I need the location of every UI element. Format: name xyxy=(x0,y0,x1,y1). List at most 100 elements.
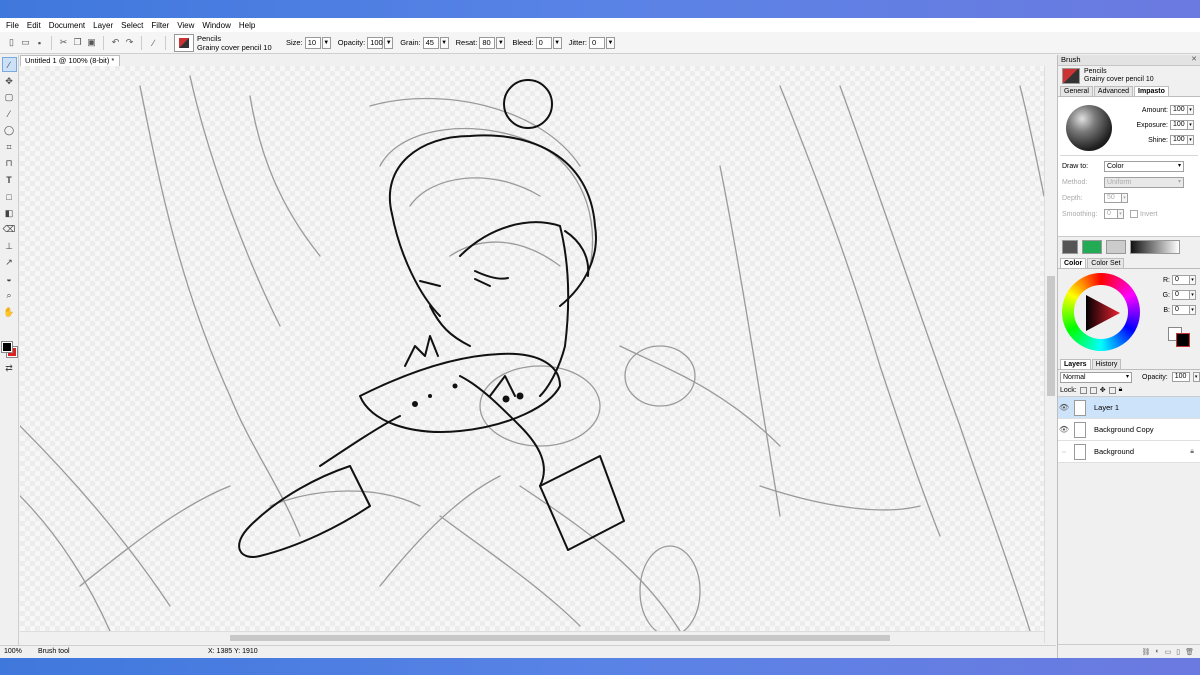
resat-dropdown-icon[interactable]: ▼ xyxy=(496,36,506,49)
bleed-dropdown-icon[interactable]: ▼ xyxy=(552,36,562,49)
link-layers-icon[interactable]: ⛓︎ xyxy=(1142,648,1151,656)
tab-layers[interactable]: Layers xyxy=(1060,359,1091,369)
tab-impasto[interactable]: Impasto xyxy=(1134,86,1169,96)
brush-panel-preset-icon[interactable] xyxy=(1062,68,1080,84)
jitter-dropdown-icon[interactable]: ▼ xyxy=(605,36,615,49)
fill-bucket-icon[interactable]: ◒ xyxy=(2,272,17,287)
new-group-icon[interactable]: ▭ xyxy=(1165,648,1172,656)
shape-tool-icon[interactable]: □ xyxy=(2,189,17,204)
tab-color[interactable]: Color xyxy=(1060,258,1087,268)
menu-select[interactable]: Select xyxy=(117,21,147,30)
shine-spin-icon[interactable]: ▾ xyxy=(1187,135,1194,145)
smoothing-input[interactable]: 0 xyxy=(1104,209,1118,219)
gradient-tool-icon[interactable]: ◧ xyxy=(2,206,17,221)
foreground-color-swatch[interactable] xyxy=(1,341,13,353)
redo-icon[interactable]: ↷ xyxy=(124,37,135,48)
brush-preset-button[interactable] xyxy=(174,33,194,52)
fg-color-chip[interactable] xyxy=(1176,333,1190,347)
tab-general[interactable]: General xyxy=(1060,86,1093,96)
brush-tool-icon[interactable]: ∕ xyxy=(148,37,159,48)
depth-spin-icon[interactable]: ▾ xyxy=(1121,193,1128,203)
depth-input[interactable]: 50 xyxy=(1104,193,1122,203)
lock-all-checkbox[interactable] xyxy=(1108,386,1116,394)
b-spin-icon[interactable]: ▾ xyxy=(1189,305,1196,315)
menu-filter[interactable]: Filter xyxy=(147,21,173,30)
blend-mode-select[interactable]: Normal ▾ xyxy=(1060,371,1132,383)
text-tool-icon[interactable]: T xyxy=(2,173,17,188)
stamp-tool-icon[interactable]: ⊓ xyxy=(2,156,17,171)
eye-hidden-icon[interactable]: ⌣ xyxy=(1058,447,1070,457)
horizontal-scroll-thumb[interactable] xyxy=(230,635,890,641)
hand-tool-icon[interactable]: ✋ xyxy=(2,305,17,320)
size-input[interactable]: 10 xyxy=(304,36,321,49)
delete-layer-icon[interactable]: 🗑︎ xyxy=(1185,648,1194,656)
new-file-icon[interactable]: ▯ xyxy=(6,37,17,48)
lock-icon[interactable]: 🔒︎ xyxy=(1119,386,1123,394)
grain-dropdown-icon[interactable]: ▼ xyxy=(439,36,449,49)
paste-icon[interactable]: ▣ xyxy=(86,37,97,48)
layer-opacity-input[interactable]: 100 xyxy=(1171,372,1190,382)
layer-row[interactable]: 👁︎ Background Copy xyxy=(1058,419,1200,441)
eyedropper-icon[interactable]: ↗ xyxy=(2,255,17,270)
eraser-tool-icon[interactable]: ⌫ xyxy=(2,222,17,237)
menu-edit[interactable]: Edit xyxy=(23,21,45,30)
menu-document[interactable]: Document xyxy=(45,21,89,30)
smudge-tool-icon[interactable]: ⊥ xyxy=(2,239,17,254)
copy-icon[interactable]: ❐ xyxy=(72,37,83,48)
vertical-scrollbar[interactable] xyxy=(1044,66,1056,643)
draw-to-select[interactable]: Color ▾ xyxy=(1104,161,1184,172)
lasso-tool-icon[interactable]: ◯ xyxy=(2,123,17,138)
variant-gradient[interactable] xyxy=(1130,239,1180,254)
layer-opacity-spin-icon[interactable]: ▾ xyxy=(1192,372,1200,382)
method-select[interactable]: Uniform ▾ xyxy=(1104,177,1184,188)
amount-input[interactable]: 100 xyxy=(1170,105,1188,115)
tab-color-set[interactable]: Color Set xyxy=(1087,258,1125,268)
horizontal-scrollbar[interactable] xyxy=(20,631,1044,643)
document-tab[interactable]: Untitled 1 @ 100% (8-bit) * xyxy=(20,55,120,66)
saturation-triangle[interactable] xyxy=(1082,293,1122,333)
layer-row[interactable]: 👁︎ Layer 1 xyxy=(1058,397,1200,419)
marquee-tool-icon[interactable]: ▢ xyxy=(2,90,17,105)
menu-file[interactable]: File xyxy=(2,21,23,30)
menu-help[interactable]: Help xyxy=(235,21,259,30)
amount-spin-icon[interactable]: ▾ xyxy=(1187,105,1194,115)
smoothing-spin-icon[interactable]: ▾ xyxy=(1117,209,1124,219)
move-tool-icon[interactable]: ✥ xyxy=(2,74,17,89)
zoom-tool-icon[interactable]: ⌕ xyxy=(2,288,17,303)
variant-swatch-3[interactable] xyxy=(1106,239,1126,254)
exposure-input[interactable]: 100 xyxy=(1170,120,1188,130)
color-swatches[interactable] xyxy=(1,341,18,359)
size-dropdown-icon[interactable]: ▼ xyxy=(321,36,331,49)
grain-input[interactable]: 45 xyxy=(422,36,439,49)
tab-advanced[interactable]: Advanced xyxy=(1093,86,1134,96)
g-spin-icon[interactable]: ▾ xyxy=(1189,290,1196,300)
layer-row[interactable]: ⌣ Background 🔒︎ xyxy=(1058,441,1200,463)
tab-history[interactable]: History xyxy=(1091,359,1122,369)
open-file-icon[interactable]: ▭ xyxy=(20,37,31,48)
layer-style-icon[interactable]: ◐ xyxy=(1155,648,1159,655)
shine-input[interactable]: 100 xyxy=(1170,135,1188,145)
variant-swatch-2[interactable] xyxy=(1082,239,1102,254)
jitter-input[interactable]: 0 xyxy=(588,36,605,49)
lock-transparency-checkbox[interactable] xyxy=(1079,386,1087,394)
close-icon[interactable]: ✕ xyxy=(1191,55,1197,65)
resat-input[interactable]: 80 xyxy=(479,36,496,49)
save-icon[interactable]: ▪ xyxy=(34,37,45,48)
magic-wand-icon[interactable]: ⁄ xyxy=(2,107,17,122)
lock-image-checkbox[interactable] xyxy=(1089,386,1097,394)
lock-position-icon[interactable]: ✥ xyxy=(1100,386,1106,394)
menu-layer[interactable]: Layer xyxy=(89,21,117,30)
eye-icon[interactable]: 👁︎ xyxy=(1058,425,1070,434)
r-spin-icon[interactable]: ▾ xyxy=(1189,275,1196,285)
light-direction-sphere[interactable] xyxy=(1066,105,1112,151)
brush-tool-icon[interactable]: ∕ xyxy=(1,57,17,72)
undo-icon[interactable]: ↶ xyxy=(110,37,121,48)
vertical-scroll-thumb[interactable] xyxy=(1047,276,1055,396)
invert-checkbox[interactable] xyxy=(1130,210,1138,218)
swap-colors-icon[interactable]: ⇄ xyxy=(2,361,17,376)
menu-view[interactable]: View xyxy=(173,21,198,30)
g-input[interactable]: 0 xyxy=(1172,290,1190,300)
eye-icon[interactable]: 👁︎ xyxy=(1058,403,1070,412)
crop-tool-icon[interactable]: ⌗ xyxy=(2,140,17,155)
new-layer-icon[interactable]: ▯ xyxy=(1176,648,1180,656)
